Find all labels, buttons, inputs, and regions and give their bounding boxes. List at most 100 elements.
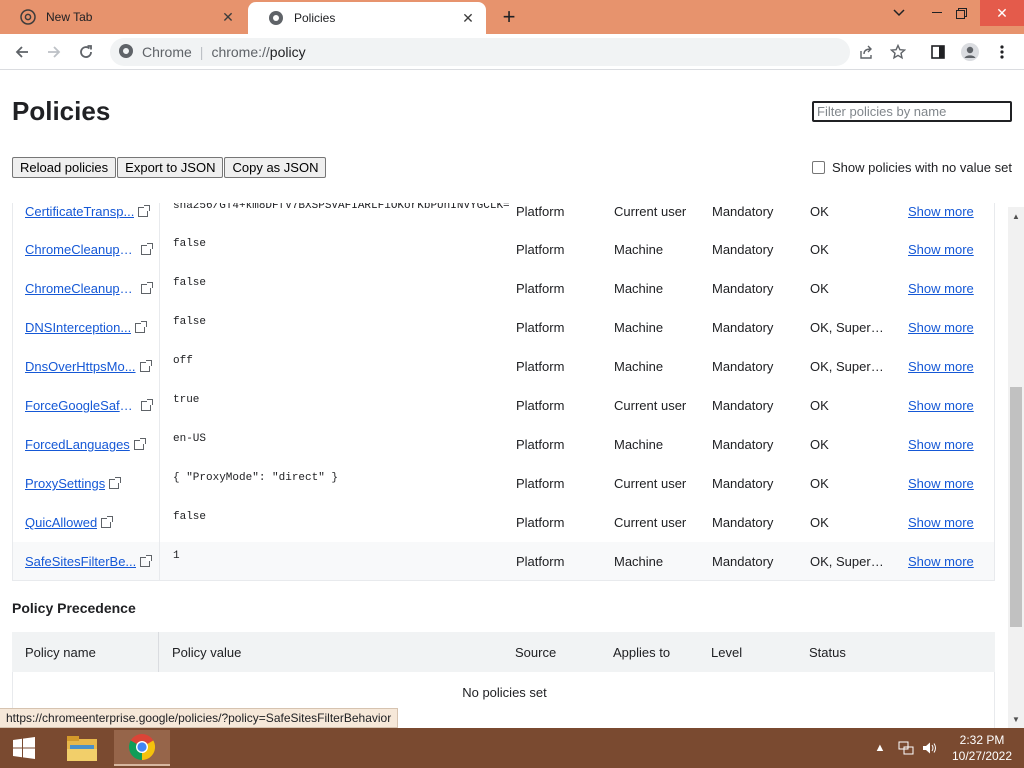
windows-start-icon[interactable] [0,728,48,768]
show-more-link[interactable]: Show more [908,554,974,569]
back-arrow-icon[interactable] [8,38,36,66]
show-no-value-toggle[interactable]: Show policies with no value set [812,160,1012,175]
policy-source: Platform [516,554,565,569]
show-more-link[interactable]: Show more [908,320,974,335]
copy-json-button[interactable]: Copy as JSON [224,157,327,178]
policy-status: OK, Supers... [810,320,888,335]
restore-icon[interactable] [944,0,978,26]
table-row: ForcedLanguages en-US Platform Machine M… [13,425,994,464]
tab-strip: New Tab ✕ Policies ✕ + ✕ [0,0,1024,34]
header-policy-value: Policy value [172,645,242,660]
show-more-link[interactable]: Show more [908,476,974,491]
policy-name-link[interactable]: DnsOverHttpsMo... [25,359,161,374]
tray-expand-icon[interactable]: ▲ [872,728,888,768]
close-tab-icon[interactable]: ✕ [218,7,238,27]
policy-status: OK [810,476,829,491]
tab-policies[interactable]: Policies ✕ [248,2,486,34]
policy-applies-to: Machine [614,242,664,257]
scrollbar-thumb[interactable] [1010,387,1022,627]
reload-policies-button[interactable]: Reload policies [12,157,117,178]
policy-source: Platform [516,242,565,257]
header-level: Level [711,645,743,660]
policy-actions: Reload policies Export to JSON Copy as J… [12,157,327,178]
chrome-taskbar-icon[interactable] [114,730,170,766]
policy-name-link[interactable]: ProxySettings [25,476,161,491]
policy-status: OK [810,398,829,413]
forward-arrow-icon[interactable] [40,38,68,66]
site-label: Chrome [142,44,192,60]
show-more-link[interactable]: Show more [908,398,974,413]
taskbar: ▲ 2:32 PM 10/27/2022 [0,728,1024,768]
show-more-link[interactable]: Show more [908,515,974,530]
table-row: CertificateTransp... sha256/GT4+km8DFfV7… [13,203,994,231]
browser-toolbar: Chrome | chrome://policy [0,34,1024,70]
close-tab-icon[interactable]: ✕ [458,8,478,28]
policy-applies-to: Machine [614,320,664,335]
show-more-link[interactable]: Show more [908,437,974,452]
table-row: SafeSitesFilterBe... 1 Platform Machine … [13,542,994,580]
policy-name-link[interactable]: ForcedLanguages [25,437,161,452]
policy-applies-to: Machine [614,437,664,452]
policy-status: OK [810,242,829,257]
omnibox-separator: | [199,44,204,60]
tab-title: Policies [294,11,336,25]
scroll-up-arrow-icon[interactable]: ▲ [1008,209,1024,223]
tab-new-tab[interactable]: New Tab ✕ [0,0,246,34]
table-row: ChromeCleanupE... false Platform Machine… [13,230,994,269]
show-more-link[interactable]: Show more [908,281,974,296]
policy-name-link[interactable]: ForceGoogleSafe... [25,398,161,413]
precedence-table-header: Policy name Policy value Source Applies … [12,632,995,672]
policy-name-link[interactable]: ChromeCleanupR... [25,281,161,296]
link-status-bubble: https://chromeenterprise.google/policies… [0,708,399,728]
policy-name-link[interactable]: ChromeCleanupE... [25,242,161,257]
reload-icon[interactable] [72,38,100,66]
network-icon[interactable] [896,728,916,768]
close-window-icon[interactable]: ✕ [980,0,1024,26]
show-no-value-label: Show policies with no value set [832,160,1012,175]
policy-value: false [173,511,207,523]
policy-name-link[interactable]: QuicAllowed [25,515,161,530]
menu-kebab-icon[interactable] [988,38,1016,66]
side-panel-icon[interactable] [924,38,952,66]
policy-level: Mandatory [712,398,774,413]
policy-value: false [173,316,207,328]
show-no-value-checkbox[interactable] [812,161,825,174]
export-json-button[interactable]: Export to JSON [117,157,224,178]
profile-avatar-icon[interactable] [956,38,984,66]
tab-search-chevron-icon[interactable] [882,0,916,26]
header-status: Status [809,645,846,660]
policy-value: false [173,238,207,250]
policy-table: CertificateTransp... sha256/GT4+km8DFfV7… [12,203,995,581]
policy-applies-to: Current user [614,398,687,413]
policy-name-link[interactable]: SafeSitesFilterBe... [25,554,161,569]
filter-policies-input[interactable] [812,101,1012,122]
header-applies-to: Applies to [613,645,671,660]
share-icon[interactable] [852,38,880,66]
policy-name-link[interactable]: CertificateTransp... [25,204,161,219]
system-clock[interactable]: 2:32 PM 10/27/2022 [940,732,1024,764]
policy-applies-to: Current user [614,204,687,219]
clock-date: 10/27/2022 [951,749,1013,763]
scroll-down-arrow-icon[interactable]: ▼ [1008,712,1024,726]
external-link-icon [101,515,114,528]
volume-icon[interactable] [920,728,940,768]
bookmark-star-icon[interactable] [884,38,912,66]
policy-source: Platform [516,320,565,335]
policy-status: OK [810,204,829,219]
policy-level: Mandatory [712,320,774,335]
page-scrollbar[interactable]: ▲ ▼ [1008,207,1024,728]
new-tab-button[interactable]: + [496,4,522,29]
policy-status: OK [810,281,829,296]
show-more-link[interactable]: Show more [908,242,974,257]
table-row: ChromeCleanupR... false Platform Machine… [13,269,994,308]
policy-source: Platform [516,281,565,296]
show-more-link[interactable]: Show more [908,359,974,374]
address-bar[interactable]: Chrome | chrome://policy [110,38,850,66]
policy-name-link[interactable]: DNSInterception... [25,320,161,335]
show-more-link[interactable]: Show more [908,204,974,219]
file-explorer-icon[interactable] [54,730,110,766]
policy-applies-to: Current user [614,515,687,530]
policy-value: 1 [173,550,180,562]
policy-status: OK, Supers... [810,359,888,374]
policy-value: false [173,277,207,289]
